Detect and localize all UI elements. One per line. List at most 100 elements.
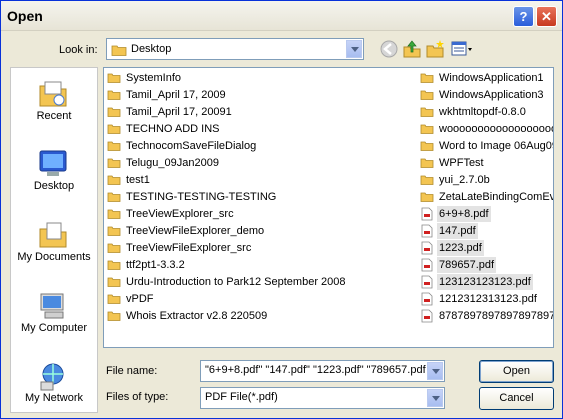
item-name: 123123123123.pdf (437, 274, 533, 290)
item-name: WindowsApplication3 (439, 89, 544, 101)
folder-icon (420, 90, 434, 100)
pdf-file-icon (421, 292, 433, 306)
item-name: WPFTest (439, 157, 484, 169)
folder-icon (420, 158, 434, 168)
folder-icon (107, 192, 121, 202)
new-folder-icon[interactable] (425, 39, 445, 59)
folder-icon (107, 175, 121, 185)
item-name: 8787897897897897897 (439, 310, 554, 322)
my-computer-icon (40, 293, 64, 319)
place-label: My Computer (20, 322, 88, 334)
item-name: TechnocomSaveFileDialog (126, 140, 257, 152)
item-name: wkhtmltopdf-0.8.0 (439, 106, 526, 118)
place-my-network[interactable]: My Network (11, 352, 97, 416)
folder-icon (107, 107, 121, 117)
look-in-combo[interactable]: Desktop (106, 38, 364, 60)
pdf-file-icon (421, 224, 433, 238)
item-name: SystemInfo (126, 72, 182, 84)
item-name: Tamil_April 17, 2009 (126, 89, 226, 101)
title-bar[interactable]: Open ? ✕ (1, 1, 562, 31)
open-button[interactable]: Open (479, 360, 554, 383)
pdf-file-icon (421, 258, 433, 272)
item-name: 147.pdf (437, 223, 478, 239)
file-column-2: WindowsApplication1 WindowsApplication3 wk… (420, 70, 554, 340)
item-name: 789657.pdf (437, 257, 497, 273)
place-desktop[interactable]: Desktop (11, 140, 97, 204)
folder-icon (107, 277, 121, 287)
look-in-value: Desktop (131, 43, 172, 55)
file-name-label: File name: (106, 365, 158, 377)
pdf-file-icon (421, 241, 433, 255)
folder-icon (111, 45, 127, 56)
item-name: ZetaLateBindingComEve (439, 191, 554, 203)
item-name: test1 (126, 174, 150, 186)
folder-icon (107, 260, 121, 270)
item-name: 6+9+8.pdf (437, 206, 491, 222)
my-network-icon (40, 363, 64, 391)
item-name: TreeViewFileExplorer_src (126, 242, 252, 254)
chevron-down-icon[interactable] (346, 40, 362, 58)
file-type-value: PDF File(*.pdf) (205, 391, 278, 403)
folder-icon (107, 294, 121, 304)
file-column-1: SystemInfo Tamil_April 17, 2009 Tamil_Apri… (107, 70, 407, 340)
folder-icon (107, 209, 121, 219)
item-name: ttf2pt1-3.3.2 (126, 259, 185, 271)
item-name: TESTING-TESTING-TESTING (126, 191, 277, 203)
up-folder-icon[interactable] (402, 39, 422, 59)
place-label: My Documents (17, 251, 91, 263)
chevron-down-icon[interactable] (427, 389, 443, 407)
item-name: TreeViewExplorer_src (126, 208, 234, 220)
item-name: 1212312313123.pdf (439, 293, 537, 305)
open-dialog: Open ? ✕ Look in: Desktop Recent Desktop… (0, 0, 563, 419)
item-name: TECHNO ADD INS (126, 123, 220, 135)
folder-icon (107, 226, 121, 236)
back-icon[interactable] (379, 39, 399, 59)
item-name: Word to Image 06Aug09 (439, 140, 554, 152)
folder-icon (107, 124, 121, 134)
item-name: vPDF (126, 293, 154, 305)
views-menu-icon[interactable] (450, 39, 474, 59)
file-name-value: "6+9+8.pdf" "147.pdf" "1223.pdf" "789657… (205, 364, 426, 376)
chevron-down-icon[interactable] (427, 362, 443, 380)
item-name: woooooooooooooooooo (439, 123, 554, 135)
folder-icon (420, 192, 434, 202)
folder-icon (420, 124, 434, 134)
item-name: Whois Extractor v2.8 220509 (126, 310, 268, 322)
folder-icon (107, 90, 121, 100)
place-label: Desktop (33, 180, 75, 192)
place-label: Recent (36, 110, 72, 122)
folder-icon (107, 73, 121, 83)
close-button[interactable]: ✕ (536, 6, 557, 27)
folder-icon (107, 141, 121, 151)
pdf-file-icon (421, 309, 433, 323)
folder-icon (420, 73, 434, 83)
item-name: Telugu_09Jan2009 (126, 157, 219, 169)
item-name: yui_2.7.0b (439, 174, 490, 186)
folder-icon (107, 311, 121, 321)
folder-icon (420, 141, 434, 151)
dialog-title: Open (7, 8, 43, 24)
file-name-field[interactable]: "6+9+8.pdf" "147.pdf" "1223.pdf" "789657… (200, 360, 445, 382)
place-my-computer[interactable]: My Computer (11, 282, 97, 346)
desktop-icon (39, 150, 67, 176)
file-list[interactable]: SystemInfo Tamil_April 17, 2009 Tamil_Apri… (103, 67, 554, 348)
folder-icon (107, 243, 121, 253)
places-bar: Recent Desktop My Documents My Computer … (10, 67, 98, 413)
file-type-label: Files of type: (106, 391, 169, 403)
my-documents-icon (39, 222, 67, 248)
place-my-documents[interactable]: My Documents (11, 211, 97, 275)
cancel-button[interactable]: Cancel (479, 387, 554, 410)
folder-icon (420, 175, 434, 185)
folder-icon (420, 107, 434, 117)
pdf-file-icon (421, 275, 433, 289)
place-label: My Network (24, 392, 84, 404)
place-recent[interactable]: Recent (11, 70, 97, 134)
file-type-select[interactable]: PDF File(*.pdf) (200, 387, 445, 409)
item-name: Tamil_April 17, 20091 (126, 106, 232, 118)
recent-folder-icon (39, 81, 67, 107)
item-name: WindowsApplication1 (439, 72, 544, 84)
folder-icon (107, 158, 121, 168)
help-button[interactable]: ? (513, 6, 534, 27)
item-name: TreeViewFileExplorer_demo (126, 225, 265, 237)
item-name: 1223.pdf (437, 240, 484, 256)
